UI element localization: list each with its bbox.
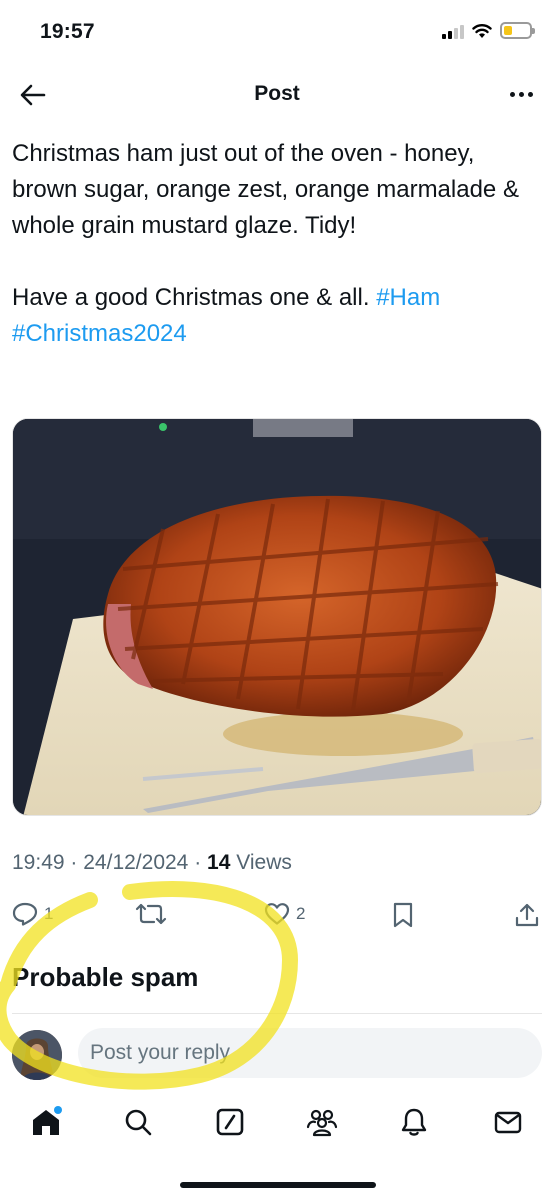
repost-button[interactable] bbox=[135, 902, 173, 926]
post-date: 24/12/2024 bbox=[83, 851, 189, 874]
ellipsis-icon bbox=[509, 91, 515, 97]
post-text: Christmas ham just out of the oven - hon… bbox=[12, 136, 542, 352]
grok-icon bbox=[216, 1108, 244, 1136]
bookmark-button[interactable] bbox=[392, 902, 414, 928]
tab-messages[interactable] bbox=[490, 1104, 526, 1140]
wifi-icon bbox=[472, 23, 492, 38]
bottom-tab-bar bbox=[0, 1094, 554, 1154]
battery-level bbox=[504, 26, 513, 35]
post-text-paragraph-2: Have a good Christmas one & all. #Ham #Ch… bbox=[12, 280, 542, 352]
repost-icon bbox=[135, 903, 167, 925]
status-time: 19:57 bbox=[40, 20, 95, 43]
post-image[interactable] bbox=[12, 418, 542, 816]
reply-count: 1 bbox=[44, 904, 54, 923]
status-icons bbox=[442, 22, 535, 39]
post-header: Post bbox=[0, 64, 554, 124]
meta-separator: · bbox=[194, 851, 202, 874]
reply-button[interactable]: 1 bbox=[12, 902, 53, 926]
share-icon bbox=[515, 903, 539, 927]
share-button[interactable] bbox=[514, 902, 540, 928]
avatar-image bbox=[12, 1030, 62, 1080]
cellular-signal-icon bbox=[442, 23, 464, 39]
reply-input[interactable] bbox=[78, 1028, 542, 1078]
bookmark-icon bbox=[393, 902, 413, 928]
notifications-icon bbox=[401, 1108, 427, 1136]
avatar[interactable] bbox=[12, 1030, 62, 1080]
reply-composer bbox=[0, 1028, 554, 1080]
page-title: Post bbox=[254, 82, 300, 105]
status-bar: 19:57 bbox=[0, 0, 554, 64]
like-button[interactable]: 2 bbox=[264, 902, 305, 926]
like-count: 2 bbox=[296, 904, 306, 923]
divider bbox=[12, 1013, 542, 1014]
post-time: 19:49 bbox=[12, 851, 65, 874]
messages-icon bbox=[494, 1111, 522, 1134]
hashtag-link-christmas2024[interactable]: #Christmas2024 bbox=[12, 320, 187, 347]
ham-photo bbox=[13, 419, 541, 815]
more-options-button[interactable] bbox=[506, 82, 536, 106]
tab-communities[interactable] bbox=[304, 1104, 340, 1140]
hashtag-link-ham[interactable]: #Ham bbox=[376, 284, 440, 311]
post-text-paragraph-1: Christmas ham just out of the oven - hon… bbox=[12, 140, 519, 239]
post-actions: 1 2 bbox=[0, 898, 554, 938]
battery-icon bbox=[500, 22, 535, 39]
reply-icon bbox=[12, 902, 38, 926]
heart-icon bbox=[264, 903, 290, 925]
post-meta: 19:49 · 24/12/2024 · 14 Views bbox=[12, 851, 292, 875]
tab-home[interactable] bbox=[28, 1104, 64, 1140]
search-icon bbox=[125, 1109, 152, 1136]
tab-grok[interactable] bbox=[212, 1104, 248, 1140]
communities-icon bbox=[306, 1109, 338, 1137]
post-text-prefix: Have a good Christmas one & all. bbox=[12, 284, 377, 311]
views-label: Views bbox=[236, 851, 292, 874]
home-indicator bbox=[180, 1182, 376, 1188]
meta-separator: · bbox=[70, 851, 78, 874]
notification-dot bbox=[54, 1106, 62, 1114]
tab-search[interactable] bbox=[120, 1104, 156, 1140]
spam-notice-title: Probable spam bbox=[12, 962, 199, 992]
tab-notifications[interactable] bbox=[396, 1104, 432, 1140]
views-count: 14 bbox=[207, 851, 231, 874]
